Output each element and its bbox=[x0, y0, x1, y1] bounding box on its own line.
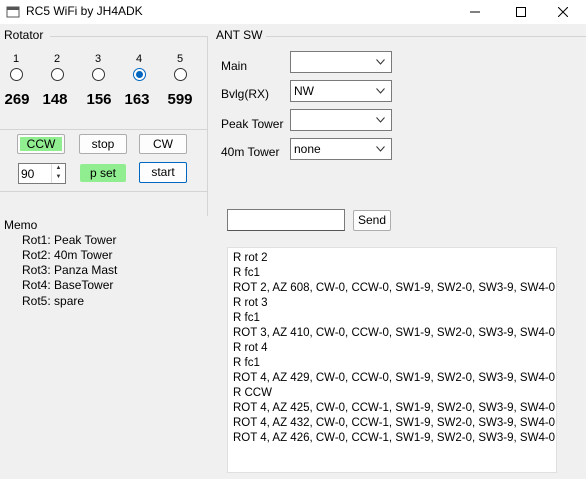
log-line: R fc1 bbox=[233, 267, 260, 279]
rotator-5-radio[interactable] bbox=[174, 68, 187, 81]
rotator-1-number: 1 bbox=[12, 53, 20, 65]
ccw-button-label: CCW bbox=[20, 137, 62, 151]
chevron-down-icon bbox=[376, 117, 385, 123]
rotator-group-border bbox=[50, 36, 207, 37]
rotator-4-number: 4 bbox=[135, 53, 143, 65]
close-icon bbox=[557, 6, 569, 18]
chevron-down-icon bbox=[376, 59, 385, 65]
log-textbox[interactable]: R rot 2 R fc1 ROT 2, AZ 608, CW-0, CCW-0… bbox=[227, 247, 557, 473]
main-label: Main bbox=[221, 59, 248, 73]
app-icon bbox=[6, 6, 20, 18]
maximize-icon bbox=[516, 7, 526, 17]
memo-item: Rot4: BaseTower bbox=[22, 278, 114, 292]
command-input[interactable] bbox=[227, 209, 345, 231]
log-line: R fc1 bbox=[233, 357, 260, 369]
log-line: R fc1 bbox=[233, 312, 260, 324]
chevron-down-icon bbox=[376, 146, 385, 152]
40m-tower-select[interactable]: none bbox=[290, 138, 392, 160]
ant-sw-group-border bbox=[266, 36, 586, 37]
pset-button[interactable]: p set bbox=[80, 164, 126, 182]
chevron-down-icon bbox=[376, 88, 385, 94]
log-line: R CCW bbox=[233, 387, 272, 399]
start-button[interactable]: start bbox=[139, 162, 187, 183]
rotator-3-radio[interactable] bbox=[92, 68, 105, 81]
memo-item: Rot5: spare bbox=[22, 294, 85, 308]
log-line: ROT 4, AZ 429, CW-0, CCW-0, SW1-9, SW2-0… bbox=[233, 372, 556, 384]
log-line: R rot 4 bbox=[233, 342, 268, 354]
stepper-buttons[interactable]: ▲ ▼ bbox=[51, 164, 65, 183]
rotator-5-number: 5 bbox=[176, 53, 184, 65]
log-line: R rot 2 bbox=[233, 252, 268, 264]
ant-sw-group-label: ANT SW bbox=[216, 28, 263, 42]
rotator-2-radio[interactable] bbox=[51, 68, 64, 81]
rotator-separator bbox=[0, 129, 207, 130]
peak-tower-label: Peak Tower bbox=[221, 117, 284, 131]
bvlg-rx-label: Bvlg(RX) bbox=[221, 87, 270, 101]
peak-tower-select[interactable] bbox=[290, 109, 392, 131]
down-arrow-icon[interactable]: ▼ bbox=[52, 173, 65, 182]
rotator-3-number: 3 bbox=[94, 53, 102, 65]
ccw-button[interactable]: CCW bbox=[17, 134, 65, 154]
close-button[interactable] bbox=[540, 0, 586, 24]
40m-tower-select-value: none bbox=[294, 142, 321, 156]
main-select[interactable] bbox=[290, 51, 392, 73]
preset-value: 90 bbox=[21, 167, 35, 181]
rotator-2-azimuth: 148 bbox=[42, 91, 68, 108]
preset-stepper[interactable]: 90 ▲ ▼ bbox=[18, 163, 66, 184]
memo-item: Rot2: 40m Tower bbox=[22, 248, 113, 262]
40m-tower-label: 40m Tower bbox=[221, 145, 280, 159]
rotator-2-number: 2 bbox=[53, 53, 61, 65]
log-line: ROT 2, AZ 608, CW-0, CCW-0, SW1-9, SW2-0… bbox=[233, 282, 556, 294]
memo-item: Rot1: Peak Tower bbox=[22, 233, 117, 247]
minimize-icon bbox=[470, 11, 480, 13]
bvlg-rx-select-value: NW bbox=[294, 84, 314, 98]
up-arrow-icon[interactable]: ▲ bbox=[52, 164, 65, 173]
title-bar: RC5 WiFi by JH4ADK bbox=[0, 0, 586, 24]
log-line: ROT 3, AZ 410, CW-0, CCW-0, SW1-9, SW2-0… bbox=[233, 327, 556, 339]
cw-button[interactable]: CW bbox=[139, 134, 187, 154]
window-title: RC5 WiFi by JH4ADK bbox=[26, 4, 143, 18]
memo-title: Memo bbox=[4, 218, 38, 232]
send-button[interactable]: Send bbox=[353, 210, 391, 231]
log-line: ROT 4, AZ 432, CW-0, CCW-1, SW1-9, SW2-0… bbox=[233, 417, 556, 429]
maximize-button[interactable] bbox=[498, 0, 544, 24]
minimize-button[interactable] bbox=[452, 0, 498, 24]
rotator-group-label: Rotator bbox=[4, 28, 44, 42]
log-line: R rot 3 bbox=[233, 297, 268, 309]
log-line: ROT 4, AZ 425, CW-0, CCW-1, SW1-9, SW2-0… bbox=[233, 402, 556, 414]
log-line: ROT 4, AZ 426, CW-0, CCW-1, SW1-9, SW2-0… bbox=[233, 432, 556, 444]
rotator-4-azimuth: 163 bbox=[124, 91, 150, 108]
group-divider bbox=[207, 36, 208, 216]
bvlg-rx-select[interactable]: NW bbox=[290, 80, 392, 102]
memo-item: Rot3: Panza Mast bbox=[22, 263, 118, 277]
controls-separator bbox=[0, 191, 207, 192]
rotator-5-azimuth: 599 bbox=[167, 91, 193, 108]
rotator-1-radio[interactable] bbox=[10, 68, 23, 81]
rotator-4-radio[interactable] bbox=[133, 68, 146, 81]
stop-button[interactable]: stop bbox=[79, 134, 127, 154]
